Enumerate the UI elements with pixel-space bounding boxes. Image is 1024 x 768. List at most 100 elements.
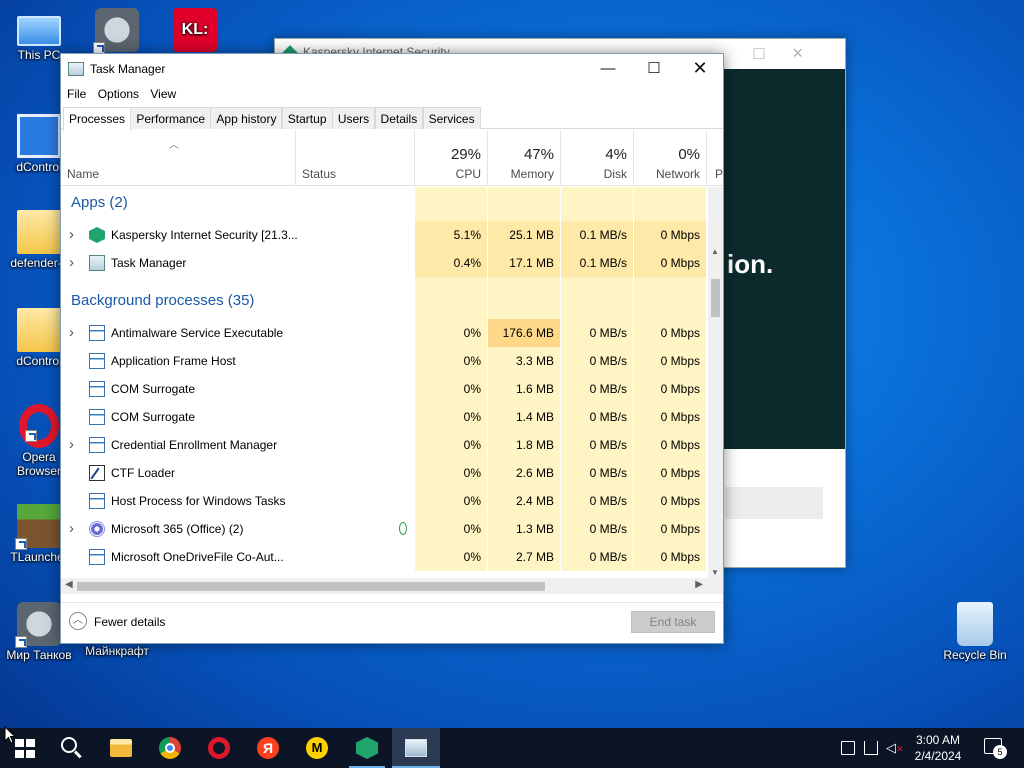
network-icon[interactable] <box>864 741 878 755</box>
network-value: 0 Mbps <box>634 319 707 347</box>
taskbar-chrome[interactable] <box>146 728 194 768</box>
table-row[interactable]: Microsoft OneDriveFile Co-Aut... 0% 2.7 MB… <box>61 543 708 571</box>
chevron-right-icon[interactable]: › <box>69 319 74 347</box>
column-label: Memory <box>510 167 554 181</box>
taskbar-kaspersky[interactable] <box>343 728 391 768</box>
chevron-right-icon[interactable]: › <box>69 249 74 277</box>
task-manager-window[interactable]: Task Manager — ☐ ✕ File Options View Pro… <box>60 53 724 644</box>
desktop-icon-recycle-bin[interactable]: Recycle Bin <box>938 602 1012 662</box>
end-task-button[interactable]: End task <box>631 611 715 633</box>
chevron-up-icon[interactable]: ︿ <box>69 612 87 630</box>
process-name: COM Surrogate <box>111 382 196 396</box>
table-row[interactable]: CTF Loader 0% 2.6 MB 0 MB/s 0 Mbps <box>61 459 708 487</box>
menu-file[interactable]: File <box>67 83 91 101</box>
vertical-scrollbar[interactable]: ▲ ▼ <box>708 187 723 579</box>
task-manager-icon <box>405 739 427 757</box>
cpu-value: 0.4% <box>415 249 488 277</box>
taskbar-task-manager[interactable] <box>392 728 440 768</box>
network-value: 0 Mbps <box>634 431 707 459</box>
chevron-right-icon[interactable]: › <box>69 221 74 249</box>
table-row[interactable]: › Antimalware Service Executable 0% 176.6 M… <box>61 319 708 347</box>
desktop-icon-wot[interactable] <box>82 8 152 54</box>
minimize-button[interactable]: — <box>585 54 631 83</box>
cpu-total: 29% <box>450 146 481 163</box>
chevron-right-icon[interactable]: › <box>69 431 74 459</box>
clock[interactable]: 3:00 AM 2/4/2024 <box>904 732 972 764</box>
table-row[interactable]: COM Surrogate 0% 1.6 MB 0 MB/s 0 Mbps <box>61 375 708 403</box>
memory-value: 1.4 MB <box>488 403 561 431</box>
volume-muted-icon[interactable]: ◁✕ <box>886 741 904 755</box>
network-value: 0 Mbps <box>634 515 707 543</box>
heat-cell <box>488 277 561 285</box>
group-header-apps[interactable]: Apps (2) <box>61 187 708 221</box>
scroll-left-icon[interactable]: ◀ <box>65 579 73 590</box>
process-list: Apps (2) › Kaspersky Internet Security [21… <box>61 187 708 571</box>
scroll-up-icon[interactable]: ▲ <box>711 247 719 256</box>
network-value: 0 Mbps <box>634 347 707 375</box>
column-header-disk[interactable]: 4% Disk <box>561 130 634 186</box>
chevron-right-icon[interactable]: › <box>69 515 74 543</box>
process-name: Kaspersky Internet Security [21.3... <box>111 228 298 242</box>
cpu-value: 0% <box>415 375 488 403</box>
scroll-down-icon[interactable]: ▼ <box>711 568 719 577</box>
tab-details[interactable]: Details <box>374 107 424 129</box>
task-manager-icon <box>68 62 84 76</box>
column-header-name[interactable]: ︿ Name <box>61 130 295 186</box>
heat-cell <box>488 285 561 319</box>
menu-options[interactable]: Options <box>98 83 144 101</box>
heat-cell <box>634 187 707 221</box>
table-row[interactable]: COM Surrogate 0% 1.4 MB 0 MB/s 0 Mbps <box>61 403 708 431</box>
title-bar[interactable]: Task Manager — ☐ ✕ <box>61 54 723 83</box>
taskbar-yandex-market[interactable]: M <box>293 728 341 768</box>
window-icon <box>89 325 105 341</box>
close-button[interactable]: ✕ <box>677 54 723 83</box>
column-header-memory[interactable]: 47% Memory <box>488 130 561 186</box>
table-row[interactable]: Host Process for Windows Tasks 0% 2.4 MB 0 … <box>61 487 708 515</box>
process-name: Microsoft 365 (Office) (2) <box>111 522 244 536</box>
taskbar-opera[interactable] <box>195 728 243 768</box>
tlauncher-icon <box>15 504 61 550</box>
cpu-value: 0% <box>415 403 488 431</box>
disk-value: 0 MB/s <box>561 543 634 571</box>
device-icon[interactable] <box>841 741 855 755</box>
cpu-value: 0% <box>415 543 488 571</box>
fewer-details-link[interactable]: Fewer details <box>94 615 165 629</box>
maximize-button[interactable]: ☐ <box>631 54 677 83</box>
tab-services[interactable]: Services <box>422 107 481 129</box>
tab-users[interactable]: Users <box>331 107 376 129</box>
taskbar-file-explorer[interactable] <box>97 728 145 768</box>
window-icon <box>89 409 105 425</box>
table-row[interactable]: › Task Manager 0.4% 17.1 MB 0.1 MB/s 0 Mbps <box>61 249 708 277</box>
cpu-value: 0% <box>415 487 488 515</box>
window-icon <box>89 353 105 369</box>
tab-startup[interactable]: Startup <box>281 107 333 129</box>
tab-processes[interactable]: Processes <box>63 107 132 131</box>
table-row[interactable]: Application Frame Host 0% 3.3 MB 0 MB/s 0 Mb… <box>61 347 708 375</box>
window-controls[interactable]: □× <box>754 43 831 64</box>
tab-performance[interactable]: Performance <box>130 107 212 129</box>
group-header-background[interactable]: Background processes (35) <box>61 285 708 319</box>
table-row[interactable]: › Microsoft 365 (Office) (2) 0% 1.3 MB 0 MB/… <box>61 515 708 543</box>
table-row[interactable]: › Credential Enrollment Manager 0% 1.8 MB 0 … <box>61 431 708 459</box>
disk-value: 0 MB/s <box>561 515 634 543</box>
tab-app-history[interactable]: App history <box>210 107 283 129</box>
horizontal-scrollbar[interactable]: ◀ ▶ <box>61 578 723 594</box>
scroll-thumb[interactable] <box>77 582 545 591</box>
table-row[interactable]: › Kaspersky Internet Security [21.3... 5.1… <box>61 221 708 249</box>
computer-icon <box>17 16 61 46</box>
menu-view[interactable]: View <box>150 83 181 101</box>
desktop-icon-kl[interactable]: KL: <box>160 8 230 54</box>
column-header-network[interactable]: 0% Network <box>634 130 707 186</box>
column-header-cpu[interactable]: 29% CPU <box>415 130 488 186</box>
column-header-status[interactable]: Status <box>295 130 415 186</box>
kaspersky-button-placeholder[interactable] <box>725 487 823 519</box>
column-header-power[interactable]: P <box>707 130 723 186</box>
taskbar-yandex[interactable]: Я <box>244 728 292 768</box>
scroll-thumb[interactable] <box>711 279 720 317</box>
column-label: Disk <box>603 167 627 181</box>
search-button[interactable] <box>48 728 96 768</box>
scroll-right-icon[interactable]: ▶ <box>695 579 703 590</box>
desktop-icon-minecraft[interactable]: Майнкрафт <box>80 644 154 658</box>
memory-total: 47% <box>523 146 554 163</box>
opera-icon <box>208 737 230 759</box>
